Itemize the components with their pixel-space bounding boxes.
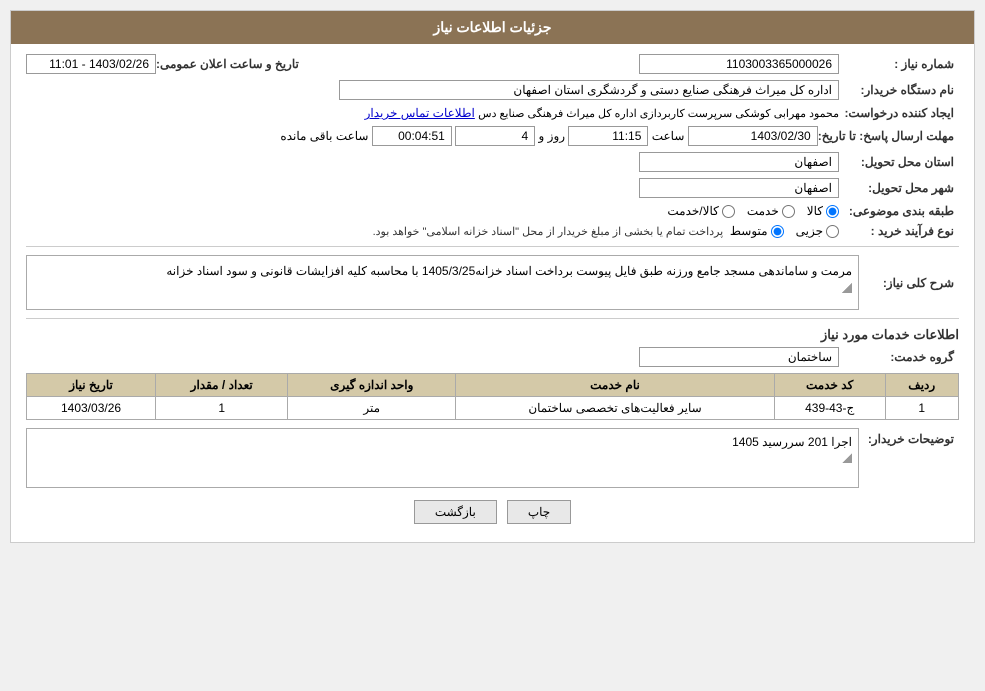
cell-code: ج-43-439 — [774, 397, 885, 420]
cell-quantity: 1 — [156, 397, 288, 420]
buyer-desc-label: توضیحات خریدار: — [859, 428, 959, 446]
card-body: شماره نیاز : 1103003365000026 تاریخ و سا… — [11, 44, 974, 542]
card-header: جزئیات اطلاعات نیاز — [11, 11, 974, 44]
date-label: تاریخ و ساعت اعلان عمومی: — [156, 57, 304, 71]
cell-date: 1403/03/26 — [27, 397, 156, 420]
col-quantity: تعداد / مقدار — [156, 374, 288, 397]
buyer-org-value: اداره کل میراث فرهنگی صنایع دستی و گردشگ… — [339, 80, 839, 100]
category-kala-khedmat[interactable]: کالا/خدمت — [667, 204, 734, 218]
category-khedmat[interactable]: خدمت — [747, 204, 795, 218]
table-header-row: ردیف کد خدمت نام خدمت واحد اندازه گیری ت… — [27, 374, 959, 397]
process-options: جزیی متوسط — [730, 224, 839, 238]
divider-2 — [26, 318, 959, 319]
buyer-org-row: نام دستگاه خریدار: اداره کل میراث فرهنگی… — [26, 80, 959, 100]
need-number-row: شماره نیاز : 1103003365000026 تاریخ و سا… — [26, 54, 959, 74]
description-label: شرح کلی نیاز: — [859, 276, 959, 290]
service-group-label: گروه خدمت: — [839, 350, 959, 364]
creator-row: ایجاد کننده درخواست: محمود مهرابی کوشکی … — [26, 106, 959, 120]
col-date: تاریخ نیاز — [27, 374, 156, 397]
back-button[interactable]: بازگشت — [414, 500, 497, 524]
cell-name: سایر فعالیت‌های تخصصی ساختمان — [456, 397, 775, 420]
process-row: نوع فرآیند خرید : جزیی متوسط پرداخت تمام… — [26, 224, 959, 238]
response-time: 11:15 — [568, 126, 648, 146]
category-label: طبقه بندی موضوعی: — [839, 204, 959, 218]
process-motavasset[interactable]: متوسط — [730, 224, 784, 238]
date-value: 1403/02/26 - 11:01 — [26, 54, 156, 74]
divider-1 — [26, 246, 959, 247]
creator-value: محمود مهرابی کوشکی سرپرست کاربردازی ادار… — [478, 107, 839, 120]
delivery-province-value: اصفهان — [639, 152, 839, 172]
category-kala[interactable]: کالا — [807, 204, 839, 218]
need-number-label: شماره نیاز : — [839, 57, 959, 71]
remaining-label: ساعت باقی مانده — [280, 129, 368, 143]
col-code: کد خدمت — [774, 374, 885, 397]
response-time-label: ساعت — [652, 129, 685, 143]
services-table: ردیف کد خدمت نام خدمت واحد اندازه گیری ت… — [26, 373, 959, 420]
creator-link[interactable]: اطلاعات تماس خریدار — [365, 106, 475, 120]
cell-row: 1 — [885, 397, 958, 420]
remaining-time: 00:04:51 — [372, 126, 452, 146]
service-group-row: گروه خدمت: ساختمان — [26, 347, 959, 367]
delivery-province-label: استان محل تحویل: — [839, 155, 959, 169]
delivery-city-label: شهر محل تحویل: — [839, 181, 959, 195]
description-row: شرح کلی نیاز: مرمت و ساماندهی مسجد جامع … — [26, 255, 959, 310]
print-button[interactable]: چاپ — [507, 500, 571, 524]
description-container: مرمت و ساماندهی مسجد جامع ورزنه طبق فایل… — [26, 255, 859, 310]
col-unit: واحد اندازه گیری — [288, 374, 456, 397]
category-options: کالا خدمت کالا/خدمت — [667, 204, 839, 218]
need-number-value: 1103003365000026 — [639, 54, 839, 74]
delivery-city-row: شهر محل تحویل: اصفهان — [26, 178, 959, 198]
services-section-title: اطلاعات خدمات مورد نیاز — [26, 327, 959, 343]
delivery-province-row: استان محل تحویل: اصفهان — [26, 152, 959, 172]
response-deadline-label: مهلت ارسال پاسخ: تا تاریخ: — [818, 129, 959, 143]
response-date: 1403/02/30 — [688, 126, 818, 146]
table-row: 1ج-43-439سایر فعالیت‌های تخصصی ساختمانمت… — [27, 397, 959, 420]
buyer-desc-value: اجرا 201 سررسید 1405 — [26, 428, 859, 488]
button-row: چاپ بازگشت — [26, 500, 959, 524]
process-notice: پرداخت تمام یا بخشی از مبلغ خریدار از مح… — [373, 225, 724, 238]
cell-unit: متر — [288, 397, 456, 420]
response-deadline-row: مهلت ارسال پاسخ: تا تاریخ: 1403/02/30 سا… — [26, 126, 959, 146]
creator-label: ایجاد کننده درخواست: — [839, 106, 959, 120]
process-jozi[interactable]: جزیی — [796, 224, 839, 238]
process-label: نوع فرآیند خرید : — [839, 224, 959, 238]
response-days-label: روز و — [539, 129, 566, 143]
buyer-desc-row: توضیحات خریدار: اجرا 201 سررسید 1405 — [26, 428, 959, 488]
col-name: نام خدمت — [456, 374, 775, 397]
page-wrapper: جزئیات اطلاعات نیاز شماره نیاز : 1103003… — [0, 0, 985, 691]
main-card: جزئیات اطلاعات نیاز شماره نیاز : 1103003… — [10, 10, 975, 543]
delivery-city-value: اصفهان — [639, 178, 839, 198]
resize-handle — [842, 283, 852, 293]
buyer-desc-container: اجرا 201 سررسید 1405 — [26, 428, 859, 488]
buyer-org-label: نام دستگاه خریدار: — [839, 83, 959, 97]
col-row: ردیف — [885, 374, 958, 397]
resize-handle-2 — [842, 453, 852, 463]
response-days: 4 — [455, 126, 535, 146]
service-group-value: ساختمان — [639, 347, 839, 367]
page-title: جزئیات اطلاعات نیاز — [433, 19, 551, 35]
category-row: طبقه بندی موضوعی: کالا خدمت کالا/خدمت — [26, 204, 959, 218]
description-value: مرمت و ساماندهی مسجد جامع ورزنه طبق فایل… — [26, 255, 859, 310]
